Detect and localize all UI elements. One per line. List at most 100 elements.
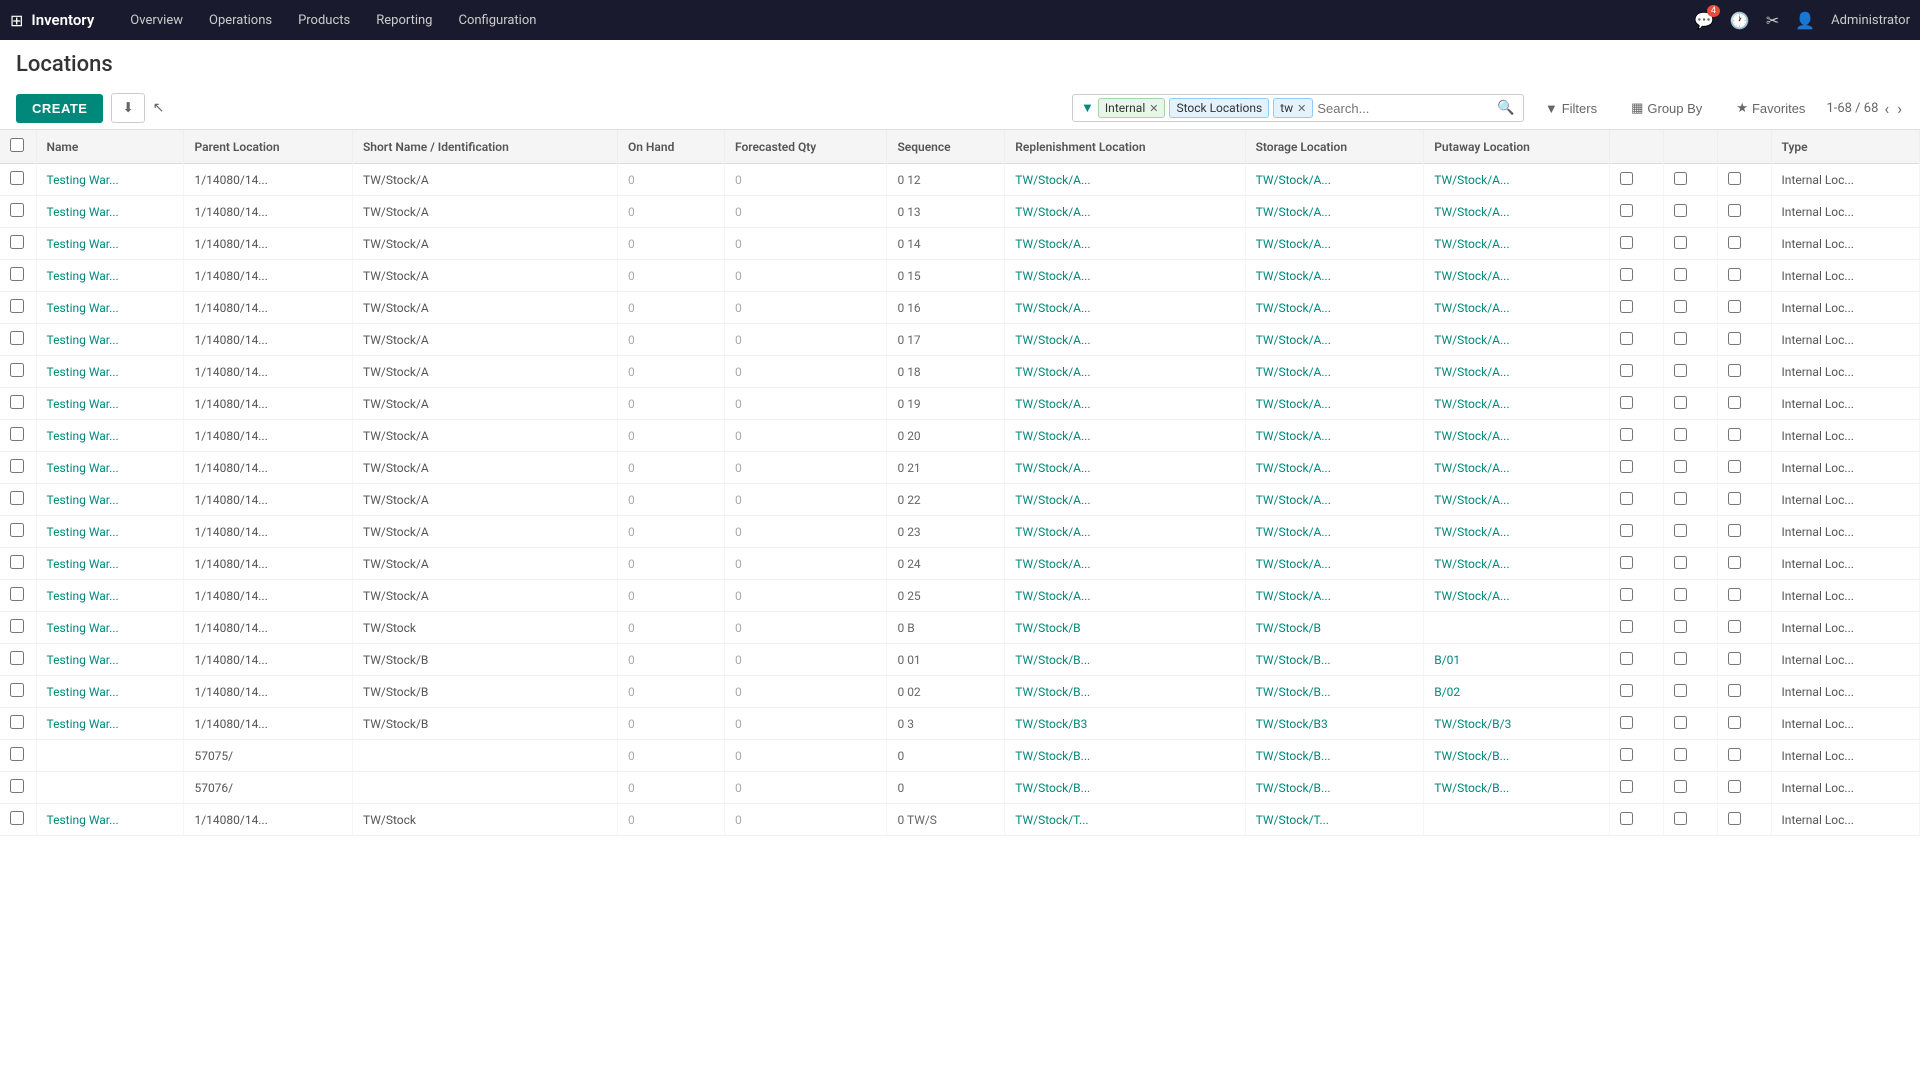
row-option-3[interactable]: [1728, 204, 1741, 217]
row-option-3[interactable]: [1728, 428, 1741, 441]
row-cb2[interactable]: [1663, 324, 1717, 356]
row-checkbox[interactable]: [10, 203, 24, 217]
settings-icon[interactable]: ✂: [1766, 11, 1779, 30]
row-checkbox-cell[interactable]: [0, 388, 36, 420]
header-type[interactable]: Type: [1771, 130, 1919, 164]
row-short[interactable]: TW/Stock/A: [352, 228, 617, 260]
prev-page-button[interactable]: ‹: [1882, 97, 1891, 120]
row-checkbox-cell[interactable]: [0, 676, 36, 708]
row-replenishment[interactable]: TW/Stock/A...: [1005, 196, 1245, 228]
row-cb1[interactable]: [1609, 228, 1663, 260]
row-storage[interactable]: TW/Stock/A...: [1245, 164, 1424, 196]
row-replenishment[interactable]: TW/Stock/B...: [1005, 644, 1245, 676]
row-storage[interactable]: TW/Stock/A...: [1245, 580, 1424, 612]
row-replenishment[interactable]: TW/Stock/A...: [1005, 484, 1245, 516]
next-page-button[interactable]: ›: [1895, 97, 1904, 120]
nav-configuration[interactable]: Configuration: [446, 7, 548, 34]
row-option-3[interactable]: [1728, 748, 1741, 761]
row-cb2[interactable]: [1663, 548, 1717, 580]
row-checkbox-cell[interactable]: [0, 196, 36, 228]
row-option-3[interactable]: [1728, 396, 1741, 409]
row-cb1[interactable]: [1609, 324, 1663, 356]
row-storage[interactable]: TW/Stock/B...: [1245, 676, 1424, 708]
row-parent[interactable]: 1/14080/14...: [184, 196, 353, 228]
row-checkbox-cell[interactable]: [0, 548, 36, 580]
header-short[interactable]: Short Name / Identification: [352, 130, 617, 164]
row-name[interactable]: Testing War...: [36, 388, 184, 420]
row-cb1[interactable]: [1609, 484, 1663, 516]
row-short[interactable]: TW/Stock/A: [352, 388, 617, 420]
row-putaway[interactable]: TW/Stock/A...: [1424, 260, 1609, 292]
row-cb2[interactable]: [1663, 804, 1717, 836]
row-option-2[interactable]: [1674, 716, 1687, 729]
apps-grid-icon[interactable]: ⊞: [10, 11, 23, 30]
row-storage[interactable]: TW/Stock/A...: [1245, 196, 1424, 228]
download-button[interactable]: ⬇: [111, 93, 144, 123]
row-option-2[interactable]: [1674, 460, 1687, 473]
row-option-1[interactable]: [1620, 748, 1633, 761]
row-name[interactable]: [36, 772, 184, 804]
row-cb2[interactable]: [1663, 452, 1717, 484]
row-checkbox-cell[interactable]: [0, 644, 36, 676]
row-checkbox[interactable]: [10, 811, 24, 825]
row-putaway[interactable]: B/01: [1424, 644, 1609, 676]
header-replenishment[interactable]: Replenishment Location: [1005, 130, 1245, 164]
row-option-2[interactable]: [1674, 428, 1687, 441]
row-checkbox[interactable]: [10, 171, 24, 185]
row-cb1[interactable]: [1609, 516, 1663, 548]
row-option-1[interactable]: [1620, 428, 1633, 441]
row-name[interactable]: Testing War...: [36, 324, 184, 356]
row-cb2[interactable]: [1663, 772, 1717, 804]
row-cb3[interactable]: [1717, 580, 1771, 612]
groupby-button[interactable]: ▦ Group By: [1618, 93, 1715, 123]
row-option-2[interactable]: [1674, 236, 1687, 249]
row-short[interactable]: TW/Stock/A: [352, 164, 617, 196]
row-checkbox[interactable]: [10, 715, 24, 729]
row-replenishment[interactable]: TW/Stock/A...: [1005, 228, 1245, 260]
row-putaway[interactable]: TW/Stock/A...: [1424, 452, 1609, 484]
row-replenishment[interactable]: TW/Stock/A...: [1005, 324, 1245, 356]
row-storage[interactable]: TW/Stock/B...: [1245, 740, 1424, 772]
row-option-1[interactable]: [1620, 204, 1633, 217]
filter-tag-tw[interactable]: tw ✕: [1273, 98, 1313, 118]
row-cb2[interactable]: [1663, 612, 1717, 644]
header-forecast[interactable]: Forecasted Qty: [724, 130, 887, 164]
row-parent[interactable]: 1/14080/14...: [184, 452, 353, 484]
row-option-1[interactable]: [1620, 652, 1633, 665]
row-parent[interactable]: 1/14080/14...: [184, 516, 353, 548]
row-short[interactable]: TW/Stock/A: [352, 324, 617, 356]
row-short[interactable]: TW/Stock: [352, 612, 617, 644]
row-cb3[interactable]: [1717, 708, 1771, 740]
row-checkbox[interactable]: [10, 363, 24, 377]
row-checkbox-cell[interactable]: [0, 292, 36, 324]
row-option-3[interactable]: [1728, 716, 1741, 729]
row-option-1[interactable]: [1620, 460, 1633, 473]
row-name[interactable]: [36, 740, 184, 772]
row-storage[interactable]: TW/Stock/B...: [1245, 644, 1424, 676]
row-option-1[interactable]: [1620, 588, 1633, 601]
row-option-2[interactable]: [1674, 268, 1687, 281]
filter-internal-remove[interactable]: ✕: [1149, 102, 1158, 115]
row-option-1[interactable]: [1620, 812, 1633, 825]
row-cb2[interactable]: [1663, 164, 1717, 196]
filter-tag-internal[interactable]: Internal ✕: [1098, 98, 1166, 118]
row-checkbox-cell[interactable]: [0, 260, 36, 292]
row-option-1[interactable]: [1620, 332, 1633, 345]
row-short[interactable]: TW/Stock/A: [352, 452, 617, 484]
row-checkbox[interactable]: [10, 299, 24, 313]
row-name[interactable]: Testing War...: [36, 452, 184, 484]
row-parent[interactable]: 1/14080/14...: [184, 324, 353, 356]
row-putaway[interactable]: [1424, 804, 1609, 836]
row-putaway[interactable]: TW/Stock/A...: [1424, 420, 1609, 452]
row-cb1[interactable]: [1609, 580, 1663, 612]
row-checkbox[interactable]: [10, 427, 24, 441]
row-short[interactable]: [352, 772, 617, 804]
header-parent[interactable]: Parent Location: [184, 130, 353, 164]
row-cb3[interactable]: [1717, 772, 1771, 804]
row-short[interactable]: TW/Stock: [352, 804, 617, 836]
row-cb1[interactable]: [1609, 260, 1663, 292]
row-storage[interactable]: TW/Stock/A...: [1245, 292, 1424, 324]
row-option-1[interactable]: [1620, 300, 1633, 313]
row-checkbox-cell[interactable]: [0, 452, 36, 484]
row-checkbox-cell[interactable]: [0, 740, 36, 772]
